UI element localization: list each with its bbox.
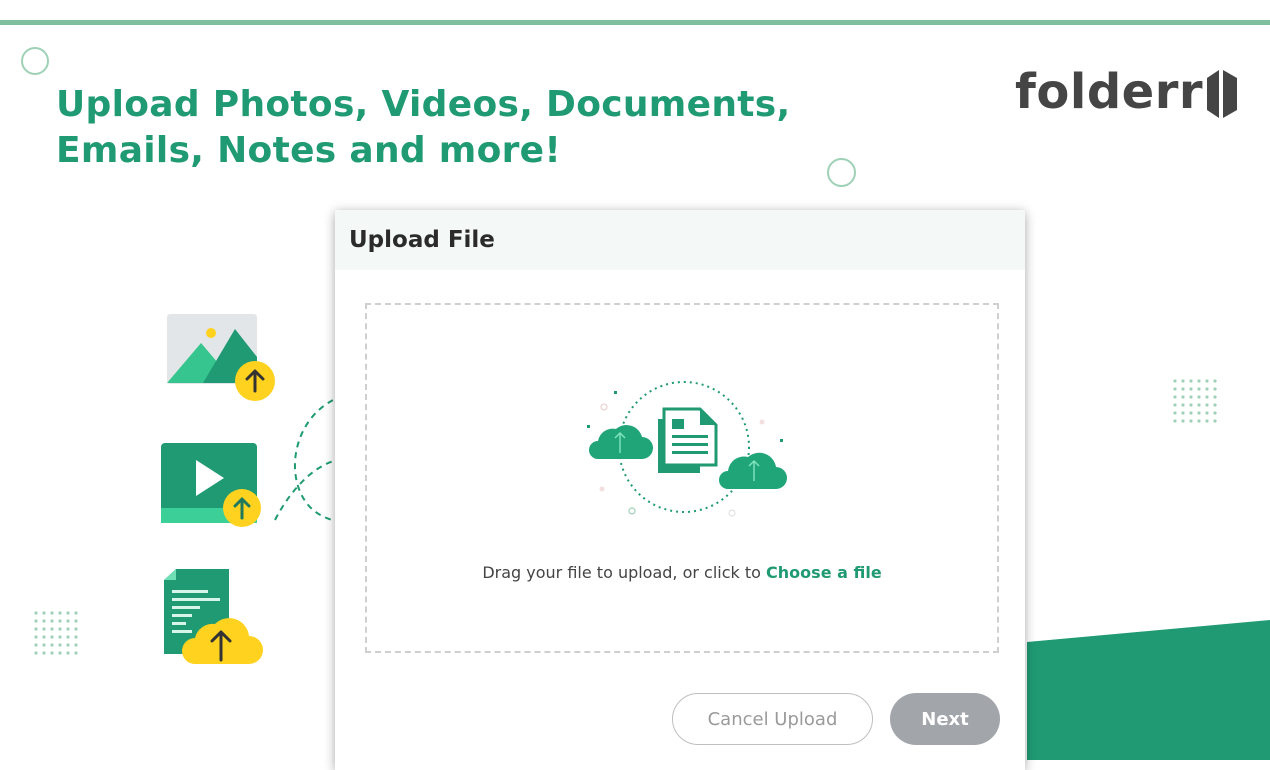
image-upload-icon bbox=[167, 314, 275, 401]
logo-text: folderr bbox=[1015, 64, 1204, 120]
cloud-upload-illustration bbox=[587, 381, 787, 517]
choose-file-link[interactable]: Choose a file bbox=[766, 563, 882, 582]
folderr-logo-mark-icon bbox=[1207, 70, 1238, 118]
cancel-upload-button[interactable]: Cancel Upload bbox=[672, 693, 873, 745]
file-dropzone[interactable]: Drag your file to upload, or click to Ch… bbox=[365, 303, 999, 653]
upload-file-dialog: Upload File Drag your file to upload, or… bbox=[335, 210, 1025, 770]
headline-line-1: Upload Photos, Videos, Documents, bbox=[56, 84, 791, 125]
page-headline: Upload Photos, Videos, Documents, Emails… bbox=[56, 82, 790, 174]
next-button[interactable]: Next bbox=[890, 693, 1000, 745]
document-upload-icon bbox=[164, 569, 263, 664]
headline-line-2: Emails, Notes and more! bbox=[56, 130, 562, 171]
dialog-header: Upload File bbox=[335, 210, 1025, 270]
drop-text: Drag your file to upload, or click to bbox=[482, 563, 761, 582]
video-upload-icon bbox=[161, 443, 261, 527]
document-icon bbox=[658, 407, 718, 473]
decorative-dot-grid bbox=[34, 611, 78, 655]
dialog-title: Upload File bbox=[349, 227, 495, 253]
dropzone-instruction: Drag your file to upload, or click to Ch… bbox=[367, 563, 997, 582]
decorative-dot-grid bbox=[1173, 379, 1217, 423]
folderr-logo: folderr bbox=[1015, 62, 1239, 122]
